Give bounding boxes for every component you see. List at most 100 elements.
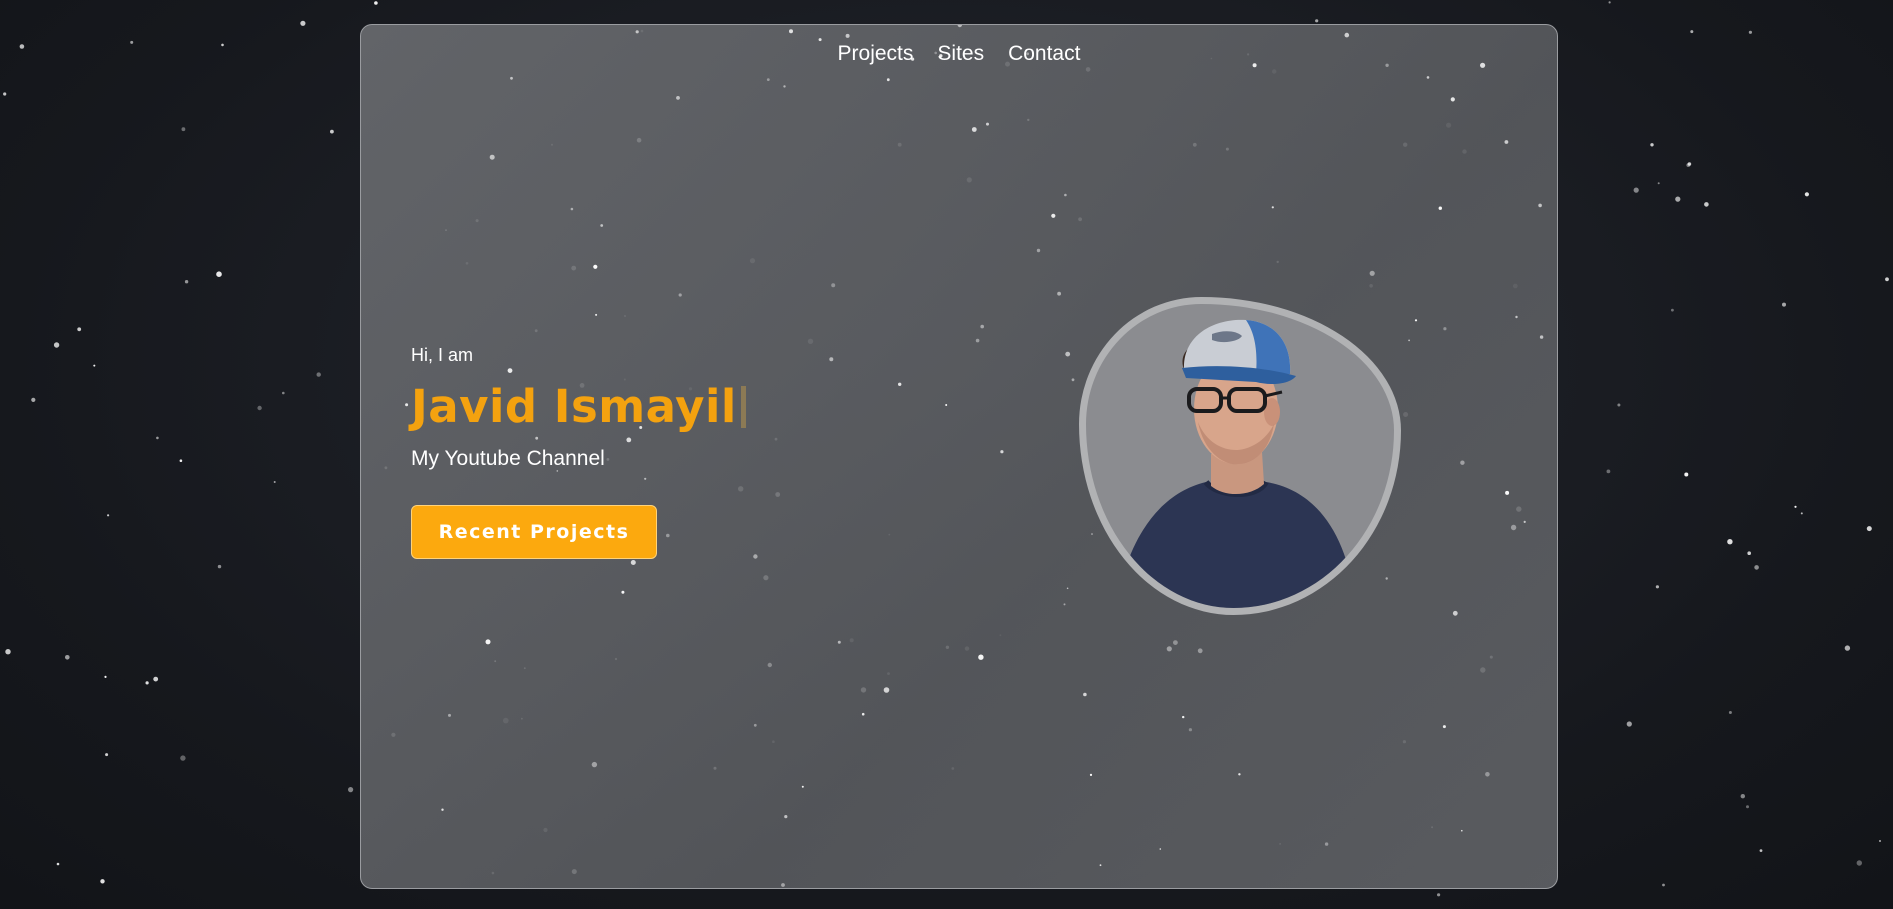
star	[753, 723, 757, 727]
star	[181, 127, 186, 132]
star	[789, 29, 793, 34]
star	[130, 40, 134, 44]
star	[1657, 182, 1660, 185]
star	[1633, 187, 1639, 193]
star	[184, 280, 189, 284]
star	[957, 25, 962, 28]
star	[980, 324, 984, 329]
star	[1173, 640, 1178, 645]
star	[1704, 202, 1709, 207]
star	[784, 815, 788, 819]
star	[1452, 610, 1458, 616]
star	[1608, 1, 1611, 4]
star	[257, 405, 262, 411]
star	[945, 404, 948, 406]
star	[1510, 524, 1517, 531]
hero-name: Javid Ismayil	[411, 380, 746, 433]
star	[105, 753, 109, 757]
star	[1671, 308, 1674, 312]
star	[3, 92, 7, 96]
star	[374, 1, 378, 5]
star	[1408, 339, 1410, 342]
star	[1748, 30, 1752, 34]
star	[595, 313, 598, 316]
star	[818, 38, 822, 42]
star	[1051, 213, 1056, 218]
star	[898, 382, 902, 386]
star	[510, 76, 513, 80]
star	[1684, 472, 1689, 477]
star	[1063, 603, 1066, 606]
star	[1617, 403, 1621, 407]
star	[56, 862, 60, 866]
star	[845, 33, 850, 38]
portrait-photo-icon	[1116, 319, 1356, 608]
star	[600, 224, 604, 227]
star	[65, 655, 70, 660]
star	[1442, 725, 1446, 729]
star	[145, 681, 149, 685]
star	[1759, 849, 1763, 852]
star	[593, 264, 598, 269]
star	[1437, 893, 1441, 897]
star	[104, 675, 107, 679]
star	[1438, 206, 1443, 210]
star	[100, 879, 105, 884]
star	[221, 43, 224, 47]
star	[1879, 840, 1881, 842]
star	[1182, 715, 1185, 719]
star	[1856, 860, 1863, 866]
nav-contact[interactable]: Contact	[1008, 42, 1080, 66]
star	[1746, 805, 1749, 809]
star	[1036, 248, 1041, 253]
star	[1690, 30, 1694, 34]
star	[1727, 539, 1733, 545]
star	[1686, 163, 1691, 168]
star	[31, 397, 36, 402]
star	[156, 436, 159, 440]
star	[1782, 302, 1786, 307]
star	[570, 207, 574, 211]
star	[1369, 270, 1375, 276]
star	[1166, 646, 1172, 652]
star	[77, 327, 82, 332]
star	[300, 20, 306, 26]
nav-sites[interactable]: Sites	[937, 42, 984, 66]
star	[1450, 97, 1455, 102]
star	[1626, 721, 1632, 727]
star	[1461, 829, 1463, 832]
star	[767, 662, 772, 668]
star	[180, 755, 186, 761]
star	[630, 560, 636, 565]
star	[1728, 711, 1732, 714]
greeting-text: Hi, I am	[411, 345, 474, 365]
star	[635, 30, 639, 34]
star	[783, 85, 786, 88]
star	[1188, 728, 1192, 732]
star	[753, 554, 758, 559]
star	[1197, 648, 1203, 654]
star	[829, 357, 834, 362]
star	[1064, 193, 1067, 197]
star	[1083, 692, 1087, 697]
star	[1089, 773, 1093, 777]
star	[978, 654, 984, 660]
star	[5, 649, 11, 655]
star	[1065, 351, 1071, 357]
star	[975, 338, 980, 343]
star	[861, 712, 865, 716]
star	[330, 129, 334, 134]
star	[1539, 335, 1544, 339]
star	[1485, 772, 1490, 777]
star	[282, 391, 285, 395]
star	[676, 96, 680, 100]
name-text: Javid Ismayil	[411, 380, 737, 433]
recent-projects-button[interactable]: Recent Projects	[411, 505, 657, 559]
nav-projects[interactable]: Projects	[838, 42, 914, 66]
star	[801, 785, 804, 788]
star	[886, 78, 890, 82]
star	[485, 639, 491, 645]
star	[1675, 196, 1681, 202]
star	[441, 808, 444, 811]
star	[1443, 327, 1447, 331]
